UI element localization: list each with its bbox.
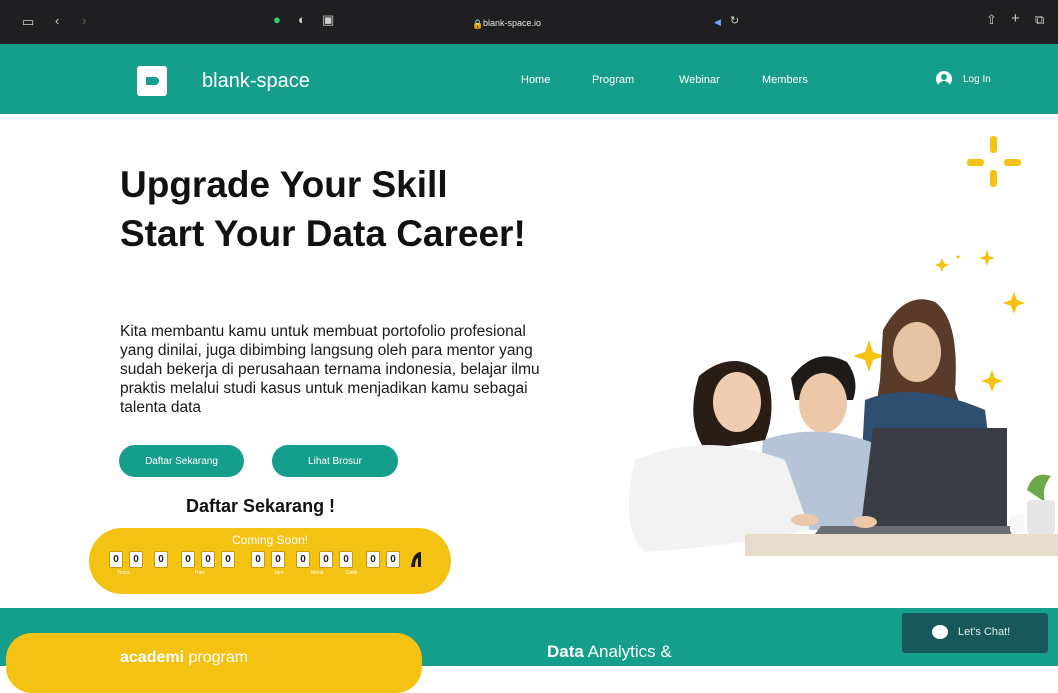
hero-title: Upgrade Your Skill Start Your Data Caree…: [120, 164, 526, 254]
countdown-digit: 0: [319, 551, 333, 568]
countdown-unit: Detik: [346, 570, 358, 576]
academi-program-title: academi program: [120, 649, 248, 667]
countdown-digit: 0: [181, 551, 195, 568]
countdown-digit: 0: [109, 551, 123, 568]
analytics-bold: Data: [547, 642, 584, 661]
forward-icon[interactable]: ›: [82, 14, 86, 28]
countdown-digit: 0: [221, 551, 235, 568]
countdown-digit: 0: [296, 551, 310, 568]
extension-icon[interactable]: ●: [273, 13, 281, 27]
sidebar-icon[interactable]: ▭: [22, 15, 34, 29]
chat-bubble-icon[interactable]: [932, 625, 948, 639]
nav-link-members[interactable]: Members: [762, 74, 808, 86]
hero-description: Kita membantu kamu untuk membuat portofo…: [120, 323, 540, 416]
login-link[interactable]: Log In: [963, 74, 991, 85]
brand-name[interactable]: blank-space: [202, 70, 310, 93]
analytics-rest: Analytics &: [587, 642, 672, 661]
url-field[interactable]: blank-space.io: [483, 18, 541, 32]
nav-link-webinar[interactable]: Webinar: [679, 74, 720, 86]
countdown-digit: 0: [154, 551, 168, 568]
countdown-digit: 0: [271, 551, 285, 568]
countdown-digit: 0: [201, 551, 215, 568]
cta-heading: Daftar Sekarang !: [186, 496, 336, 516]
countdown-title: Coming Soon!: [231, 533, 309, 547]
academi-bold: academi: [120, 649, 185, 666]
countdown-unit: Hari: [195, 570, 205, 576]
logo-icon[interactable]: [137, 66, 167, 96]
nav-link-program[interactable]: Program: [592, 74, 634, 86]
countdown-unit: Jam: [274, 570, 284, 576]
countdown-digit: 0: [386, 551, 400, 568]
sparkle-cross-icon: [967, 136, 1021, 187]
tab-icon[interactable]: ▣: [322, 13, 334, 27]
data-analytics-heading: Data Analytics &: [547, 642, 672, 662]
tabs-overview-icon[interactable]: ⧉: [1035, 13, 1044, 27]
countdown-digit: 0: [251, 551, 265, 568]
academi-rest: program: [188, 649, 249, 666]
daftar-sekarang-button[interactable]: Daftar Sekarang: [119, 445, 244, 477]
hero-people-illustration: [628, 299, 1058, 556]
user-icon[interactable]: [936, 71, 952, 87]
privacy-icon[interactable]: ◐: [298, 13, 306, 27]
reload-icon[interactable]: ↻: [730, 14, 739, 28]
lihat-brosur-button[interactable]: Lihat Brosur: [272, 445, 398, 477]
new-tab-icon[interactable]: +: [1011, 11, 1020, 26]
countdown-digit: 0: [366, 551, 380, 568]
countdown-flip-icon: [411, 552, 421, 567]
chat-label[interactable]: Let's Chat!: [958, 626, 1010, 638]
countdown-unit: Menit: [311, 570, 324, 576]
browser-toolbar: ▭ ‹ › ● ◐ ▣ 🔒 blank-space.io ◀︎ ↻ ⇧ + ⧉: [0, 0, 1058, 44]
nav-link-home[interactable]: Home: [521, 74, 550, 86]
countdown-unit: Years: [117, 570, 130, 576]
share-icon[interactable]: ⇧: [986, 13, 997, 27]
back-icon[interactable]: ‹: [55, 14, 59, 28]
countdown-digit: 0: [129, 551, 143, 568]
countdown-digit: 0: [339, 551, 353, 568]
audio-icon[interactable]: ◀︎: [714, 15, 721, 29]
lock-icon: 🔒: [472, 19, 484, 29]
